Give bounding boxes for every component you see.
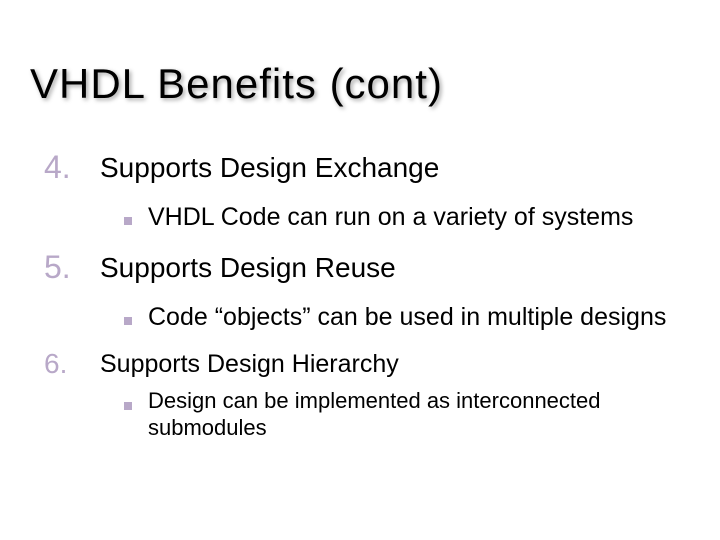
sub-item-text: VHDL Code can run on a variety of system… [148,202,690,233]
item-number: 5. [30,248,100,286]
list-item: 6. Supports Design Hierarchy [30,347,690,381]
square-bullet-icon [30,202,148,230]
content-list: 4. Supports Design Exchange VHDL Code ca… [30,148,690,442]
sub-item: VHDL Code can run on a variety of system… [30,202,690,233]
list-item: 4. Supports Design Exchange [30,148,690,186]
sub-item-text: Code “objects” can be used in multiple d… [148,302,690,333]
item-text: Supports Design Reuse [100,248,690,285]
item-text: Supports Design Exchange [100,148,690,185]
sub-item-text: Design can be implemented as interconnec… [148,387,690,442]
list-item: 5. Supports Design Reuse [30,248,690,286]
sub-item: Code “objects” can be used in multiple d… [30,302,690,333]
item-text: Supports Design Hierarchy [100,347,690,380]
item-number: 6. [30,347,100,381]
slide-title: VHDL Benefits (cont) [30,60,690,108]
square-bullet-icon [30,302,148,330]
slide: VHDL Benefits (cont) 4. Supports Design … [0,0,720,540]
item-number: 4. [30,148,100,186]
square-bullet-icon [30,387,148,415]
sub-item: Design can be implemented as interconnec… [30,387,690,442]
